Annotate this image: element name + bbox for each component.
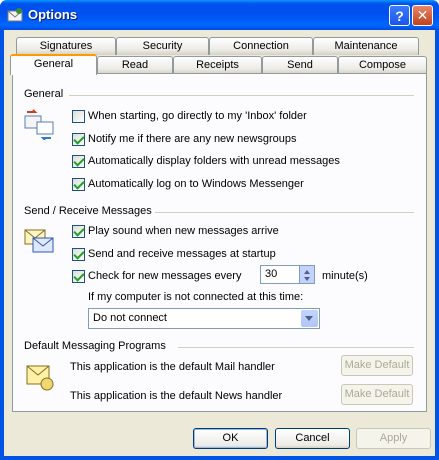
default-programs-section-title: Default Messaging Programs <box>24 340 166 352</box>
inbox-on-start-checkbox[interactable] <box>72 110 85 123</box>
tab-label: Compose <box>358 59 407 71</box>
tab-label: Security <box>142 40 183 52</box>
make-default-news-button[interactable]: Make Default <box>341 384 413 405</box>
display-unread-folders-label: Automatically display folders with unrea… <box>88 155 340 167</box>
options-window-icon <box>7 8 23 22</box>
play-sound-checkbox[interactable] <box>72 225 85 238</box>
inbox-on-start-label: When starting, go directly to my 'Inbox'… <box>88 110 307 122</box>
tab-label: Signatures <box>39 40 93 52</box>
interval-unit-label: minute(s) <box>322 270 368 282</box>
tab-receipts[interactable]: Receipts <box>173 56 262 74</box>
send-receive-section-title: Send / Receive Messages <box>24 205 152 217</box>
chevron-down-icon[interactable] <box>301 310 318 327</box>
display-unread-folders-checkbox[interactable] <box>72 155 85 168</box>
not-connected-selected-value: Do not connect <box>93 312 167 324</box>
tab-label: Receipts <box>196 59 239 71</box>
help-icon: ? <box>395 7 404 24</box>
news-handler-text: This application is the default News han… <box>70 390 283 402</box>
tab-connection[interactable]: Connection <box>209 37 313 55</box>
default-programs-section-divider <box>178 347 414 348</box>
notify-newsgroups-label: Notify me if there are any new newsgroup… <box>88 133 297 145</box>
envelopes-icon <box>24 229 54 253</box>
tab-signatures[interactable]: Signatures <box>16 37 116 55</box>
spin-down-icon[interactable] <box>304 277 310 281</box>
mail-handler-text: This application is the default Mail han… <box>70 361 275 373</box>
tab-label: Read <box>121 59 149 71</box>
mail-handler-icon <box>26 365 54 391</box>
tab-label: Send <box>287 59 313 71</box>
not-connected-label: If my computer is not connected at this … <box>88 291 304 303</box>
options-window: Options ? ✕ Signatures Security Connecti… <box>0 0 439 460</box>
ok-button[interactable]: OK <box>193 428 268 449</box>
title-bar[interactable]: Options ? ✕ <box>0 0 439 30</box>
tab-maintenance[interactable]: Maintenance <box>313 37 419 55</box>
play-sound-label: Play sound when new messages arrive <box>88 225 279 237</box>
tab-send[interactable]: Send <box>262 56 338 74</box>
send-receive-startup-checkbox[interactable] <box>72 248 85 261</box>
general-section-title: General <box>24 88 64 100</box>
messenger-logon-checkbox[interactable] <box>72 178 85 191</box>
ok-label: OK <box>222 432 239 444</box>
interval-value: 30 <box>265 268 278 280</box>
close-button[interactable]: ✕ <box>412 5 433 26</box>
make-default-mail-button[interactable]: Make Default <box>341 355 413 376</box>
tab-general[interactable]: General <box>10 54 97 75</box>
check-messages-label: Check for new messages every <box>88 270 242 282</box>
tab-read[interactable]: Read <box>97 56 173 74</box>
not-connected-select[interactable]: Do not connect <box>88 308 320 329</box>
spin-up-icon[interactable] <box>304 270 310 274</box>
window-title: Options <box>28 7 78 22</box>
window-frame-bottom <box>0 456 439 460</box>
tab-label: Connection <box>233 40 289 52</box>
apply-button[interactable]: Apply <box>356 428 431 449</box>
folders-sync-icon <box>24 109 54 140</box>
help-button[interactable]: ? <box>389 5 410 26</box>
cancel-label: Cancel <box>295 432 330 444</box>
send-receive-section-divider <box>155 212 414 213</box>
send-receive-startup-label: Send and receive messages at startup <box>88 248 276 260</box>
tab-label: General <box>33 58 74 70</box>
interval-input[interactable]: 30 <box>260 265 300 284</box>
check-messages-checkbox[interactable] <box>72 270 85 283</box>
make-default-label: Make Default <box>344 388 410 400</box>
make-default-label: Make Default <box>344 359 410 371</box>
close-icon: ✕ <box>416 7 429 23</box>
interval-spinner[interactable] <box>300 265 315 284</box>
tab-label: Maintenance <box>334 40 398 52</box>
tab-security[interactable]: Security <box>116 37 209 55</box>
cancel-button[interactable]: Cancel <box>275 428 350 449</box>
messenger-logon-label: Automatically log on to Windows Messenge… <box>88 178 304 190</box>
general-section-divider <box>69 95 414 96</box>
window-frame-right <box>435 30 439 456</box>
apply-label: Apply <box>379 432 408 444</box>
notify-newsgroups-checkbox[interactable] <box>72 133 85 146</box>
tab-compose[interactable]: Compose <box>338 56 427 74</box>
